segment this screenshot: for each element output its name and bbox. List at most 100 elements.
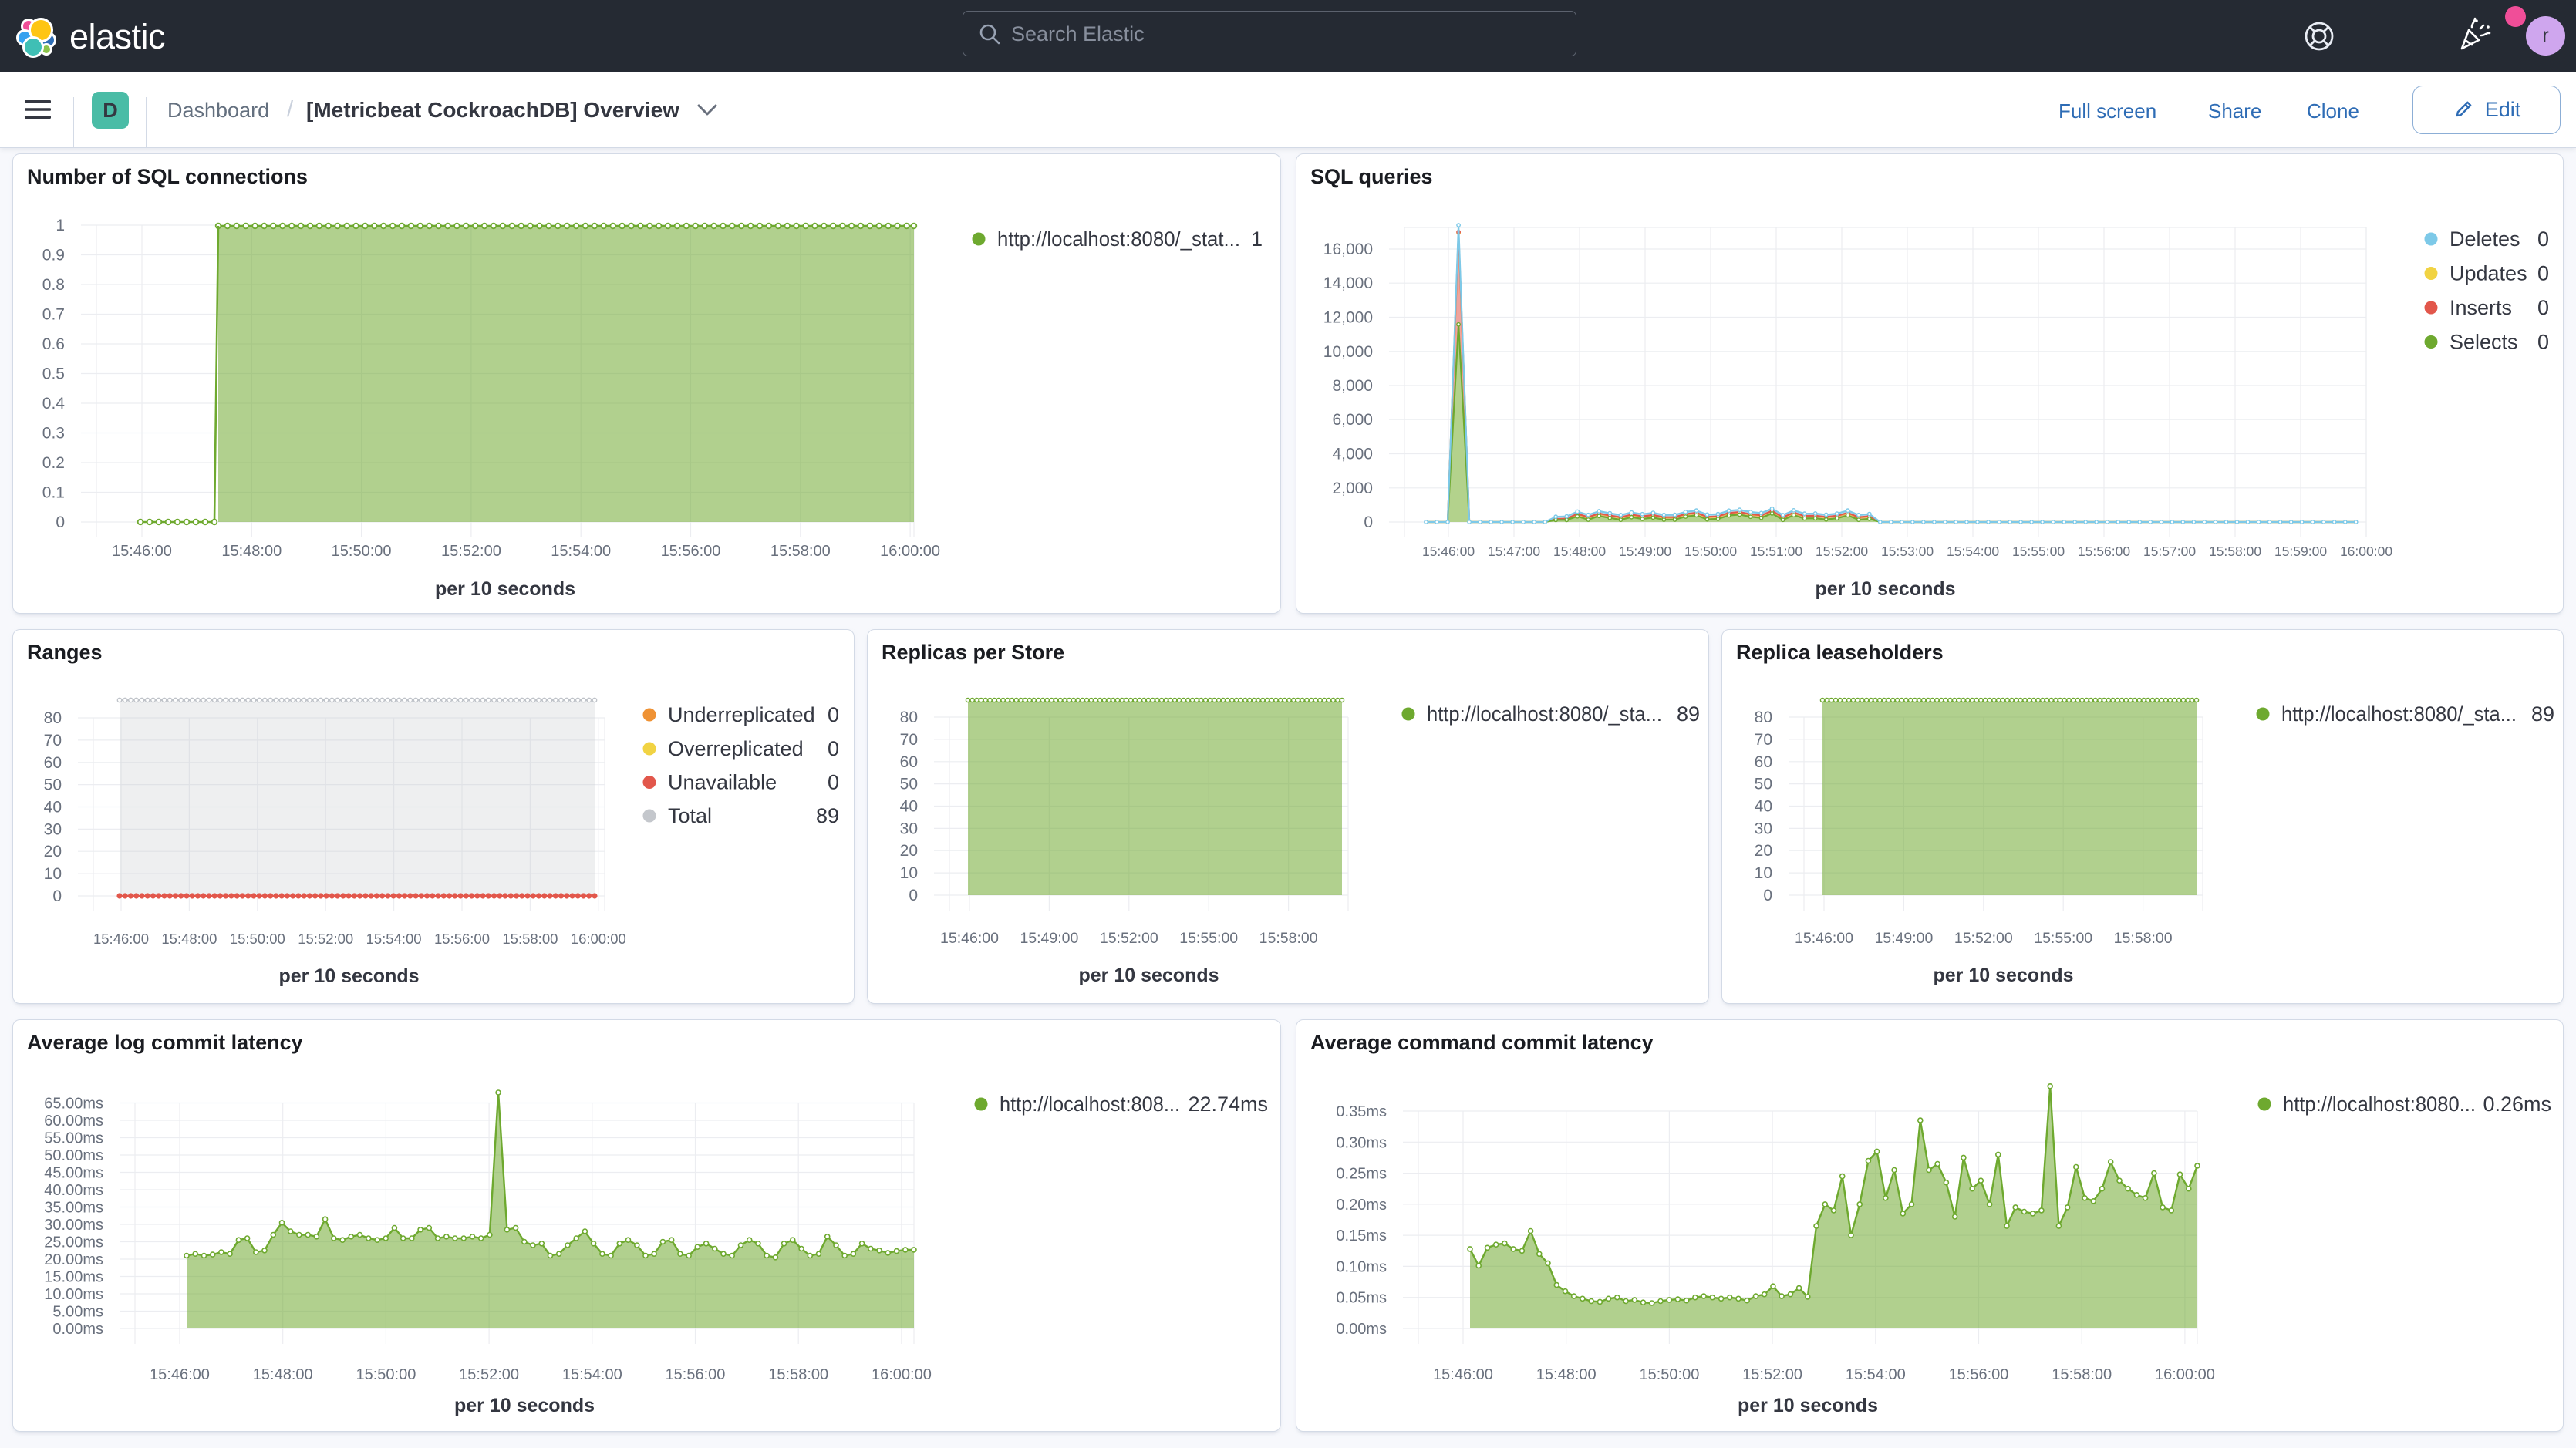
svg-text:14,000: 14,000: [1323, 274, 1373, 292]
svg-text:30: 30: [1755, 820, 1772, 837]
svg-text:6,000: 6,000: [1332, 411, 1373, 429]
svg-text:http://localhost:8080...: http://localhost:8080...: [2283, 1093, 2476, 1116]
svg-text:http://localhost:808...: http://localhost:808...: [1000, 1093, 1180, 1116]
svg-text:15:52:00: 15:52:00: [441, 543, 501, 560]
svg-text:45.00ms: 45.00ms: [44, 1165, 103, 1182]
svg-text:30: 30: [900, 820, 918, 837]
svg-text:20: 20: [1755, 842, 1772, 860]
svg-text:15:55:00: 15:55:00: [2012, 544, 2065, 559]
svg-text:1: 1: [56, 217, 65, 234]
svg-text:15:57:00: 15:57:00: [2143, 544, 2196, 559]
svg-text:0: 0: [1763, 887, 1772, 904]
svg-text:0.20ms: 0.20ms: [1336, 1197, 1387, 1214]
svg-text:15:52:00: 15:52:00: [1100, 930, 1158, 947]
svg-text:15:49:00: 15:49:00: [1874, 930, 1933, 947]
svg-text:0: 0: [828, 703, 839, 726]
svg-text:1: 1: [1251, 227, 1263, 251]
svg-text:15:58:00: 15:58:00: [2209, 544, 2261, 559]
svg-text:70: 70: [900, 731, 918, 749]
svg-text:16:00:00: 16:00:00: [2155, 1366, 2215, 1383]
svg-text:15:56:00: 15:56:00: [661, 543, 721, 560]
svg-text:0: 0: [2537, 262, 2549, 285]
svg-text:20: 20: [44, 843, 62, 860]
svg-text:10: 10: [44, 865, 62, 883]
svg-text:15:56:00: 15:56:00: [434, 931, 490, 947]
svg-text:15:55:00: 15:55:00: [2034, 930, 2092, 947]
svg-text:15:58:00: 15:58:00: [2114, 930, 2173, 947]
svg-text:0.05ms: 0.05ms: [1336, 1290, 1387, 1307]
svg-text:60: 60: [1755, 753, 1772, 771]
svg-text:15:56:00: 15:56:00: [2078, 544, 2130, 559]
svg-text:22.74ms: 22.74ms: [1188, 1093, 1268, 1116]
svg-text:8,000: 8,000: [1332, 377, 1373, 395]
svg-text:0: 0: [1364, 514, 1373, 531]
svg-text:2,000: 2,000: [1332, 480, 1373, 497]
svg-text:5.00ms: 5.00ms: [52, 1304, 103, 1321]
svg-text:15:54:00: 15:54:00: [1947, 544, 1999, 559]
svg-text:0.00ms: 0.00ms: [1336, 1321, 1387, 1338]
svg-text:Ranges: Ranges: [27, 641, 103, 664]
svg-text:Selects: Selects: [2450, 331, 2518, 354]
svg-text:0.4: 0.4: [42, 395, 66, 413]
svg-text:30.00ms: 30.00ms: [44, 1217, 103, 1234]
svg-text:Number of SQL connections: Number of SQL connections: [27, 165, 308, 188]
svg-text:0.6: 0.6: [42, 335, 65, 353]
svg-text:15:48:00: 15:48:00: [161, 931, 217, 947]
svg-text:15:48:00: 15:48:00: [221, 543, 282, 560]
svg-text:Average log commit latency: Average log commit latency: [27, 1031, 303, 1054]
svg-text:0: 0: [2537, 227, 2549, 251]
svg-text:15:52:00: 15:52:00: [1742, 1366, 1802, 1383]
svg-text:0: 0: [909, 887, 918, 904]
svg-text:Updates: Updates: [2450, 262, 2527, 285]
svg-text:0.10ms: 0.10ms: [1336, 1258, 1387, 1275]
svg-text:15:54:00: 15:54:00: [562, 1366, 622, 1383]
svg-text:15:50:00: 15:50:00: [332, 543, 392, 560]
svg-text:15:54:00: 15:54:00: [551, 543, 611, 560]
svg-text:15:47:00: 15:47:00: [1488, 544, 1540, 559]
svg-text:16:00:00: 16:00:00: [872, 1366, 932, 1383]
svg-text:0: 0: [2537, 296, 2549, 319]
svg-text:15:52:00: 15:52:00: [1816, 544, 1868, 559]
svg-text:10.00ms: 10.00ms: [44, 1286, 103, 1303]
svg-text:25.00ms: 25.00ms: [44, 1234, 103, 1251]
svg-text:10,000: 10,000: [1323, 343, 1373, 361]
svg-text:15:59:00: 15:59:00: [2274, 544, 2327, 559]
svg-text:60: 60: [44, 754, 62, 772]
svg-text:12,000: 12,000: [1323, 309, 1373, 327]
svg-text:0.00ms: 0.00ms: [52, 1321, 103, 1338]
svg-text:50: 50: [900, 776, 918, 793]
svg-text:15:58:00: 15:58:00: [2052, 1366, 2112, 1383]
svg-text:Unavailable: Unavailable: [668, 771, 777, 794]
svg-text:15:52:00: 15:52:00: [1954, 930, 2013, 947]
svg-text:per 10 seconds: per 10 seconds: [1933, 965, 2073, 986]
svg-text:0.5: 0.5: [42, 365, 65, 383]
svg-text:Total: Total: [668, 804, 712, 827]
svg-text:per 10 seconds: per 10 seconds: [278, 965, 419, 987]
svg-text:60: 60: [900, 753, 918, 771]
svg-text:55.00ms: 55.00ms: [44, 1130, 103, 1147]
svg-text:per 10 seconds: per 10 seconds: [435, 578, 575, 600]
svg-text:15:48:00: 15:48:00: [253, 1366, 313, 1383]
svg-text:50: 50: [44, 776, 62, 794]
svg-text:Replica leaseholders: Replica leaseholders: [1736, 641, 1944, 664]
svg-text:15:46:00: 15:46:00: [1433, 1366, 1493, 1383]
svg-text:Inserts: Inserts: [2450, 296, 2512, 319]
svg-text:60.00ms: 60.00ms: [44, 1113, 103, 1130]
svg-text:15:53:00: 15:53:00: [1881, 544, 1934, 559]
svg-text:0: 0: [2537, 331, 2549, 354]
svg-text:15:51:00: 15:51:00: [1750, 544, 1802, 559]
svg-text:15:52:00: 15:52:00: [298, 931, 353, 947]
svg-text:10: 10: [900, 864, 918, 882]
svg-text:0.26ms: 0.26ms: [2483, 1093, 2551, 1116]
svg-text:15:54:00: 15:54:00: [1846, 1366, 1906, 1383]
svg-text:0.7: 0.7: [42, 306, 65, 324]
svg-text:40: 40: [1755, 798, 1772, 816]
svg-text:0.3: 0.3: [42, 425, 65, 443]
svg-text:15:46:00: 15:46:00: [150, 1366, 210, 1383]
svg-text:per 10 seconds: per 10 seconds: [1078, 965, 1219, 986]
svg-text:per 10 seconds: per 10 seconds: [454, 1395, 595, 1416]
svg-text:per 10 seconds: per 10 seconds: [1738, 1395, 1878, 1416]
svg-text:0: 0: [828, 737, 839, 760]
svg-text:http://localhost:8080/_sta...: http://localhost:8080/_sta...: [2281, 702, 2517, 726]
svg-text:http://localhost:8080/_sta...: http://localhost:8080/_sta...: [1427, 702, 1662, 726]
